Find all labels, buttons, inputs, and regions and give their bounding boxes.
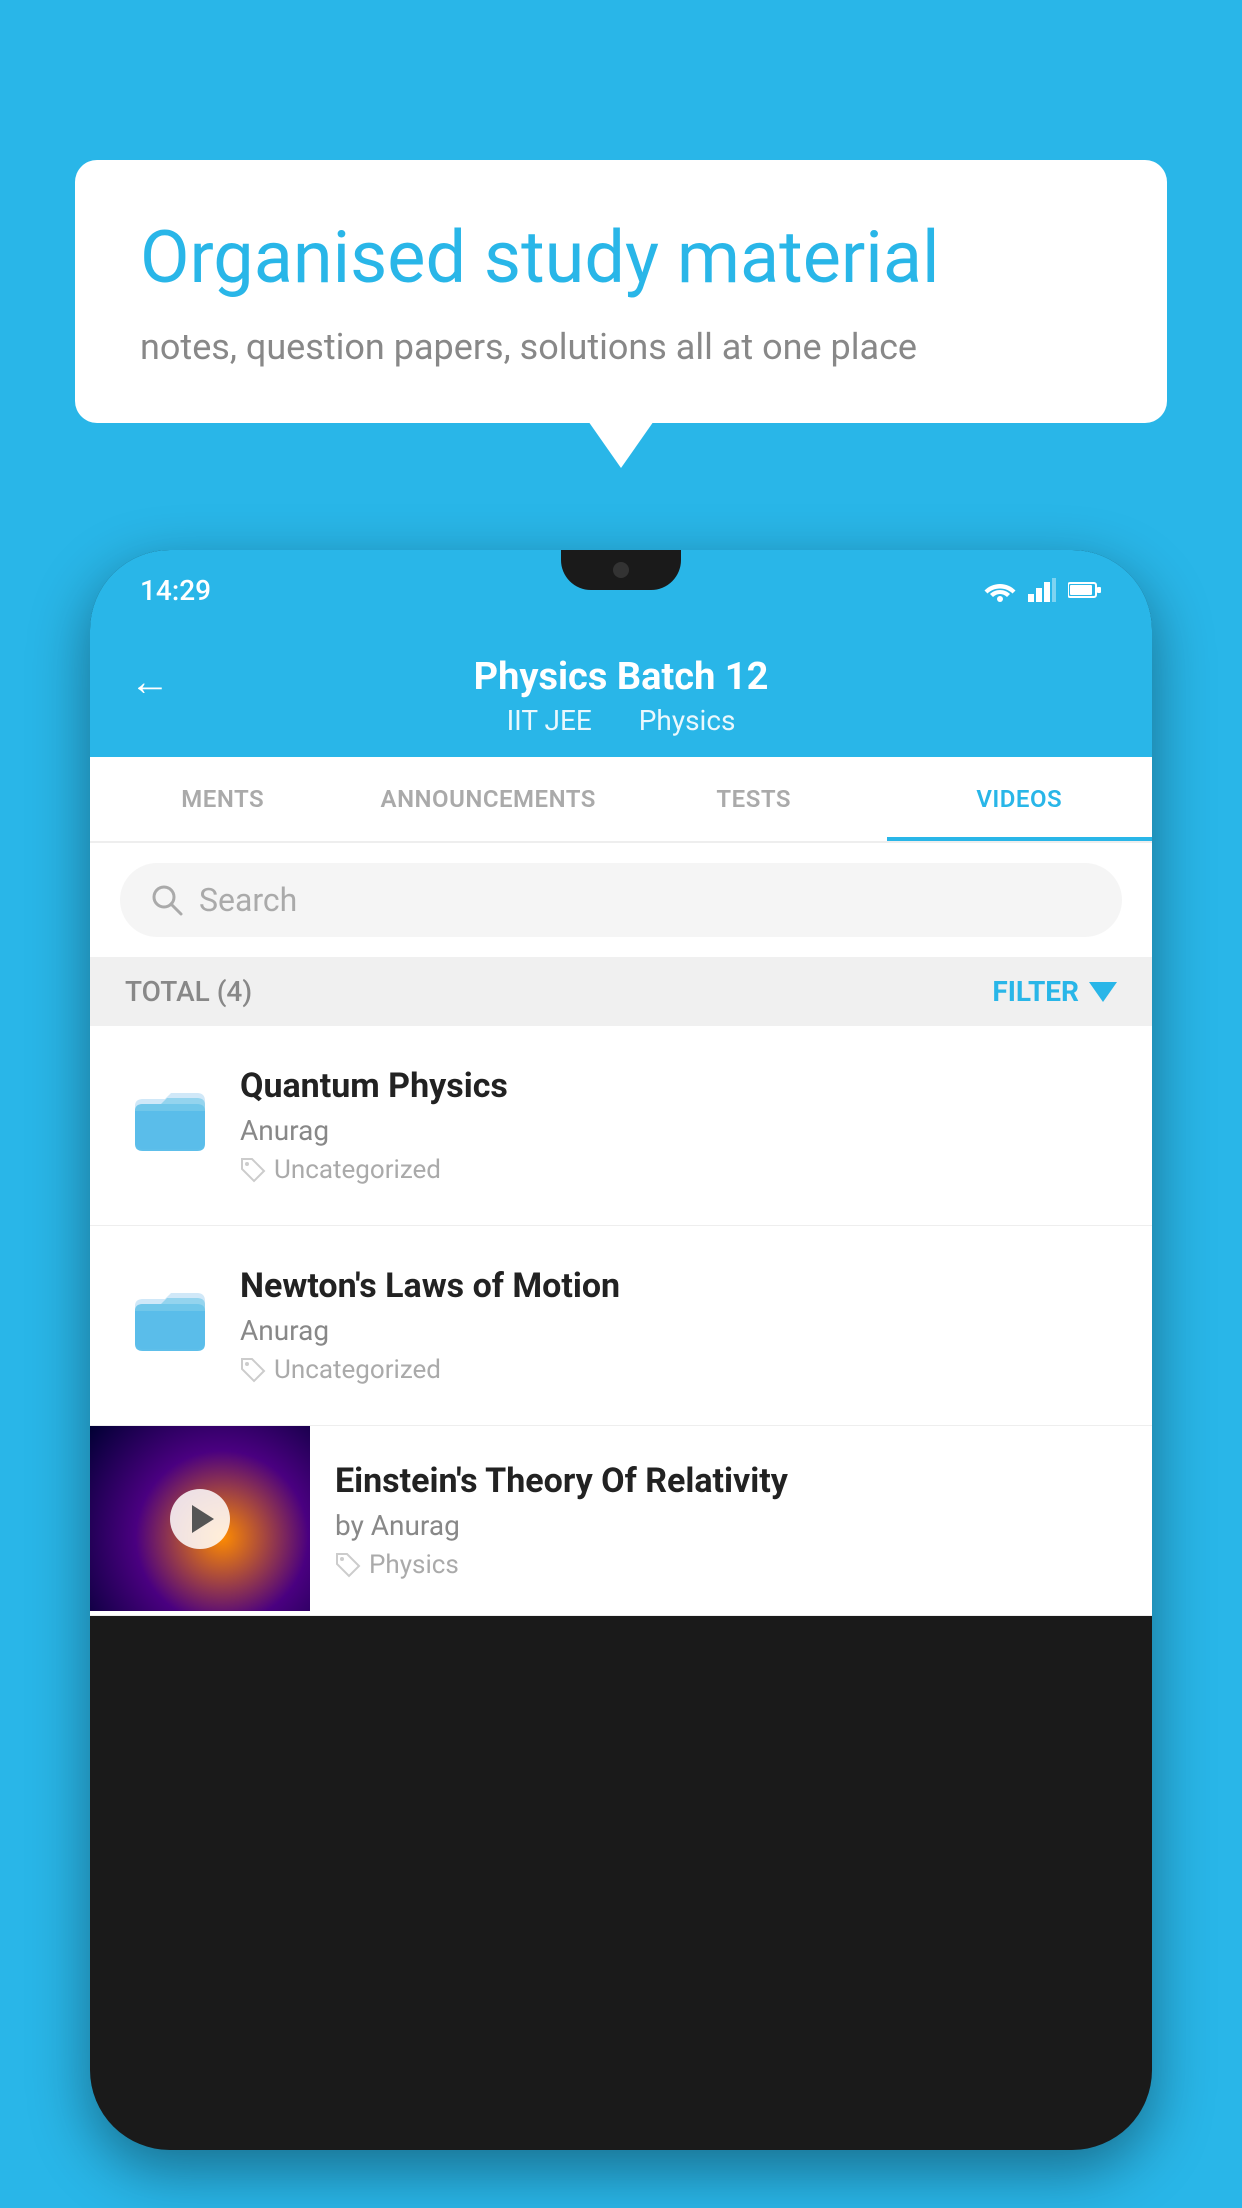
item-info: Einstein's Theory Of Relativity by Anura…	[310, 1426, 1152, 1615]
list-item[interactable]: Quantum Physics Anurag Uncategorized	[90, 1026, 1152, 1226]
content-list: Quantum Physics Anurag Uncategorized	[90, 1026, 1152, 1616]
header-subtitle-iit: IIT JEE	[507, 704, 592, 737]
video-thumbnail	[90, 1426, 310, 1611]
list-item[interactable]: Newton's Laws of Motion Anurag Uncategor…	[90, 1226, 1152, 1426]
search-bar[interactable]: Search	[120, 863, 1122, 937]
battery-icon	[1068, 581, 1102, 599]
item-author: Anurag	[240, 1114, 1117, 1147]
camera	[613, 562, 629, 578]
item-tag: Physics	[335, 1550, 1127, 1580]
app-header: ← Physics Batch 12 IIT JEE Physics	[90, 630, 1152, 757]
folder-icon	[125, 1271, 215, 1361]
item-author: by Anurag	[335, 1509, 1127, 1542]
phone-body: 14:29	[90, 550, 1152, 2150]
tag-text: Physics	[369, 1550, 459, 1580]
item-title: Quantum Physics	[240, 1066, 1117, 1106]
folder-icon	[125, 1071, 215, 1161]
filter-icon	[1089, 982, 1117, 1002]
status-bar: 14:29	[90, 550, 1152, 630]
header-title: Physics Batch 12	[474, 655, 769, 699]
speech-bubble-card: Organised study material notes, question…	[75, 160, 1167, 423]
speech-bubble-title: Organised study material	[140, 215, 1102, 301]
search-container: Search	[90, 843, 1152, 957]
item-author: Anurag	[240, 1314, 1117, 1347]
header-subtitle: IIT JEE Physics	[497, 704, 746, 737]
item-info: Quantum Physics Anurag Uncategorized	[240, 1066, 1117, 1185]
search-placeholder: Search	[199, 881, 297, 919]
filter-label: FILTER	[992, 975, 1079, 1008]
back-button[interactable]: ←	[130, 658, 170, 705]
tag-icon	[335, 1552, 361, 1578]
play-icon	[192, 1505, 214, 1533]
item-title: Einstein's Theory Of Relativity	[335, 1461, 1127, 1501]
speech-bubble-subtitle: notes, question papers, solutions all at…	[140, 326, 1102, 368]
wifi-icon	[984, 578, 1016, 602]
signal-icon	[1028, 578, 1056, 602]
tag-text: Uncategorized	[274, 1155, 441, 1185]
header-subtitle-physics: Physics	[639, 704, 736, 737]
status-time: 14:29	[140, 574, 211, 607]
tab-videos[interactable]: VIDEOS	[887, 757, 1153, 841]
item-title: Newton's Laws of Motion	[240, 1266, 1117, 1306]
tag-icon	[240, 1357, 266, 1383]
item-tag: Uncategorized	[240, 1155, 1117, 1185]
status-icons	[984, 578, 1102, 602]
tab-tests[interactable]: TESTS	[621, 757, 887, 841]
total-count: TOTAL (4)	[125, 975, 252, 1008]
tab-announcements[interactable]: ANNOUNCEMENTS	[356, 757, 622, 841]
filter-bar: TOTAL (4) FILTER	[90, 957, 1152, 1026]
phone-mockup: 14:29	[90, 550, 1152, 2208]
tag-icon	[240, 1157, 266, 1183]
tab-ments[interactable]: MENTS	[90, 757, 356, 841]
notch	[561, 550, 681, 590]
item-info: Newton's Laws of Motion Anurag Uncategor…	[240, 1266, 1117, 1385]
tag-text: Uncategorized	[274, 1355, 441, 1385]
list-item-video[interactable]: Einstein's Theory Of Relativity by Anura…	[90, 1426, 1152, 1616]
tabs-container: MENTS ANNOUNCEMENTS TESTS VIDEOS	[90, 757, 1152, 843]
filter-button[interactable]: FILTER	[992, 975, 1117, 1008]
item-tag: Uncategorized	[240, 1355, 1117, 1385]
play-button[interactable]	[170, 1489, 230, 1549]
search-icon	[150, 883, 184, 917]
speech-bubble-section: Organised study material notes, question…	[75, 160, 1167, 423]
